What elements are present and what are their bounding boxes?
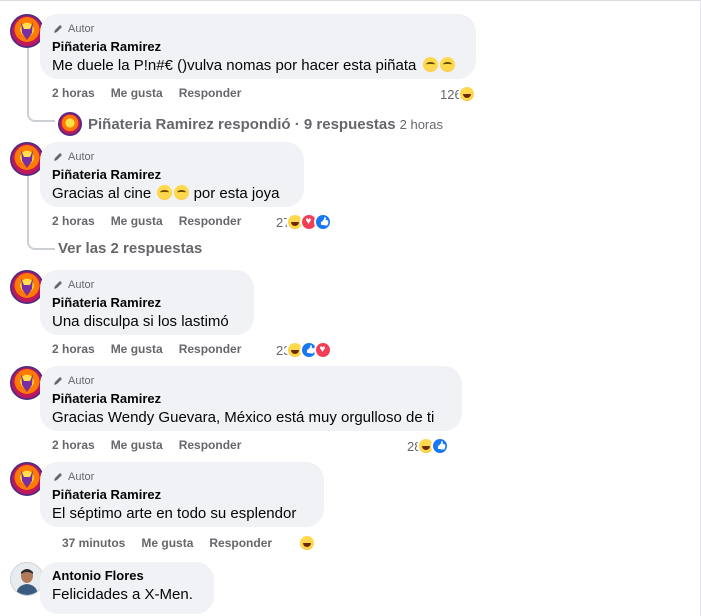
author-badge: Autor xyxy=(52,150,292,164)
reply-button[interactable]: Responder xyxy=(179,342,242,356)
commenter-name[interactable]: Piñateria Ramirez xyxy=(52,295,242,311)
avatar[interactable] xyxy=(10,366,44,400)
like-reaction-icon xyxy=(314,213,333,231)
comment-text: Gracias al cine por esta joya xyxy=(52,184,292,204)
author-badge-label: Autor xyxy=(68,471,95,483)
timestamp[interactable]: 2 horas xyxy=(52,438,95,452)
author-badge-label: Autor xyxy=(68,23,95,35)
love-reaction-icon xyxy=(314,341,333,359)
reply-button[interactable]: Responder xyxy=(179,214,242,228)
comment-text-content: Gracias al cine xyxy=(52,185,152,202)
relieved-emoji-icon xyxy=(422,57,438,72)
commenter-name[interactable]: Piñateria Ramirez xyxy=(52,39,464,55)
replies-summary-time: 2 horas xyxy=(399,116,443,132)
reply-button[interactable]: Responder xyxy=(179,438,242,452)
thread-line xyxy=(27,48,29,112)
raised-hands-emoji-icon xyxy=(174,185,190,200)
timestamp[interactable]: 2 horas xyxy=(52,86,95,100)
comment-bubble: Autor Piñateria Ramirez Una disculpa si … xyxy=(40,270,254,335)
reaction-summary[interactable]: 27 xyxy=(276,213,333,231)
comment-text: Me duele la P!n#€ ()vulva nomas por hace… xyxy=(52,56,464,76)
replies-summary[interactable]: Piñateria Ramirez respondió · 9 respuest… xyxy=(58,112,443,136)
author-badge: Autor xyxy=(52,470,312,484)
like-button[interactable]: Me gusta xyxy=(111,438,163,452)
avatar[interactable] xyxy=(10,562,44,596)
author-badge-label: Autor xyxy=(68,279,95,291)
commenter-name[interactable]: Piñateria Ramirez xyxy=(52,391,450,407)
comment-actions: 2 horas Me gusta Responder xyxy=(52,438,241,452)
relieved-emoji-icon xyxy=(439,57,455,72)
haha-reaction-icon xyxy=(298,534,316,552)
like-button[interactable]: Me gusta xyxy=(141,536,193,550)
comment-bubble: Autor Piñateria Ramirez Gracias al cine … xyxy=(40,142,304,207)
comment-actions: 2 horas Me gusta Responder xyxy=(52,86,241,100)
reaction-summary[interactable] xyxy=(298,534,316,552)
view-replies-link[interactable]: Ver las 2 respuestas xyxy=(58,240,202,257)
commenter-name[interactable]: Piñateria Ramirez xyxy=(52,487,312,503)
comment-text-content: Me duele la P!n#€ ()vulva nomas por hace… xyxy=(52,57,417,74)
avatar xyxy=(58,112,82,136)
top-border xyxy=(0,0,701,1)
pen-icon xyxy=(54,281,62,289)
like-button[interactable]: Me gusta xyxy=(111,86,163,100)
author-badge-label: Autor xyxy=(68,375,95,387)
comment-actions: 2 horas Me gusta Responder xyxy=(52,214,241,228)
author-badge-label: Autor xyxy=(68,151,95,163)
commenter-name[interactable]: Antonio Flores xyxy=(52,568,202,584)
comment-bubble: Autor Piñateria Ramirez Gracias Wendy Gu… xyxy=(40,366,462,431)
comment-text: Gracias Wendy Guevara, México está muy o… xyxy=(52,409,435,426)
comment-text: Una disculpa si los lastimó xyxy=(52,313,229,330)
like-button[interactable]: Me gusta xyxy=(111,214,163,228)
avatar[interactable] xyxy=(10,462,44,496)
comment-actions: 2 horas Me gusta Responder xyxy=(52,342,241,356)
thread-line xyxy=(27,176,29,240)
avatar[interactable] xyxy=(10,142,44,176)
reply-button[interactable]: Responder xyxy=(179,86,242,100)
author-badge: Autor xyxy=(52,278,242,292)
comment-text-content: por esta joya xyxy=(193,185,280,202)
comment-text: El séptimo arte en todo su esplendor xyxy=(52,505,297,522)
comment-text: Felicidades a X-Men. xyxy=(52,586,193,603)
reply-button[interactable]: Responder xyxy=(209,536,272,550)
pen-icon xyxy=(54,377,62,385)
pen-icon xyxy=(54,473,62,481)
timestamp[interactable]: 37 minutos xyxy=(62,536,125,550)
avatar[interactable] xyxy=(10,270,44,304)
comment-bubble: Autor Piñateria Ramirez Me duele la P!n#… xyxy=(40,14,476,79)
comment-bubble: Autor Piñateria Ramirez El séptimo arte … xyxy=(40,462,324,527)
thread-connector xyxy=(27,232,55,250)
avatar[interactable] xyxy=(10,14,44,48)
author-badge: Autor xyxy=(52,374,450,388)
author-badge: Autor xyxy=(52,22,464,36)
pen-icon xyxy=(54,25,62,33)
commenter-name[interactable]: Piñateria Ramirez xyxy=(52,167,292,183)
timestamp[interactable]: 2 horas xyxy=(52,214,95,228)
pen-icon xyxy=(54,153,62,161)
like-button[interactable]: Me gusta xyxy=(111,342,163,356)
reaction-summary[interactable]: 28 xyxy=(407,437,450,455)
like-reaction-icon xyxy=(431,437,450,455)
comment-actions: 37 minutos Me gusta Responder xyxy=(62,536,272,550)
timestamp[interactable]: 2 horas xyxy=(52,342,95,356)
replies-summary-text[interactable]: Piñateria Ramirez respondió · 9 respuest… xyxy=(88,116,396,133)
comment-bubble: Antonio Flores Felicidades a X-Men. xyxy=(40,562,214,614)
reaction-summary[interactable]: 23 xyxy=(276,341,333,359)
raised-hands-emoji-icon xyxy=(157,185,173,200)
haha-reaction-icon xyxy=(457,85,476,103)
thread-connector xyxy=(27,104,55,122)
reaction-summary[interactable]: 126 xyxy=(440,85,476,103)
